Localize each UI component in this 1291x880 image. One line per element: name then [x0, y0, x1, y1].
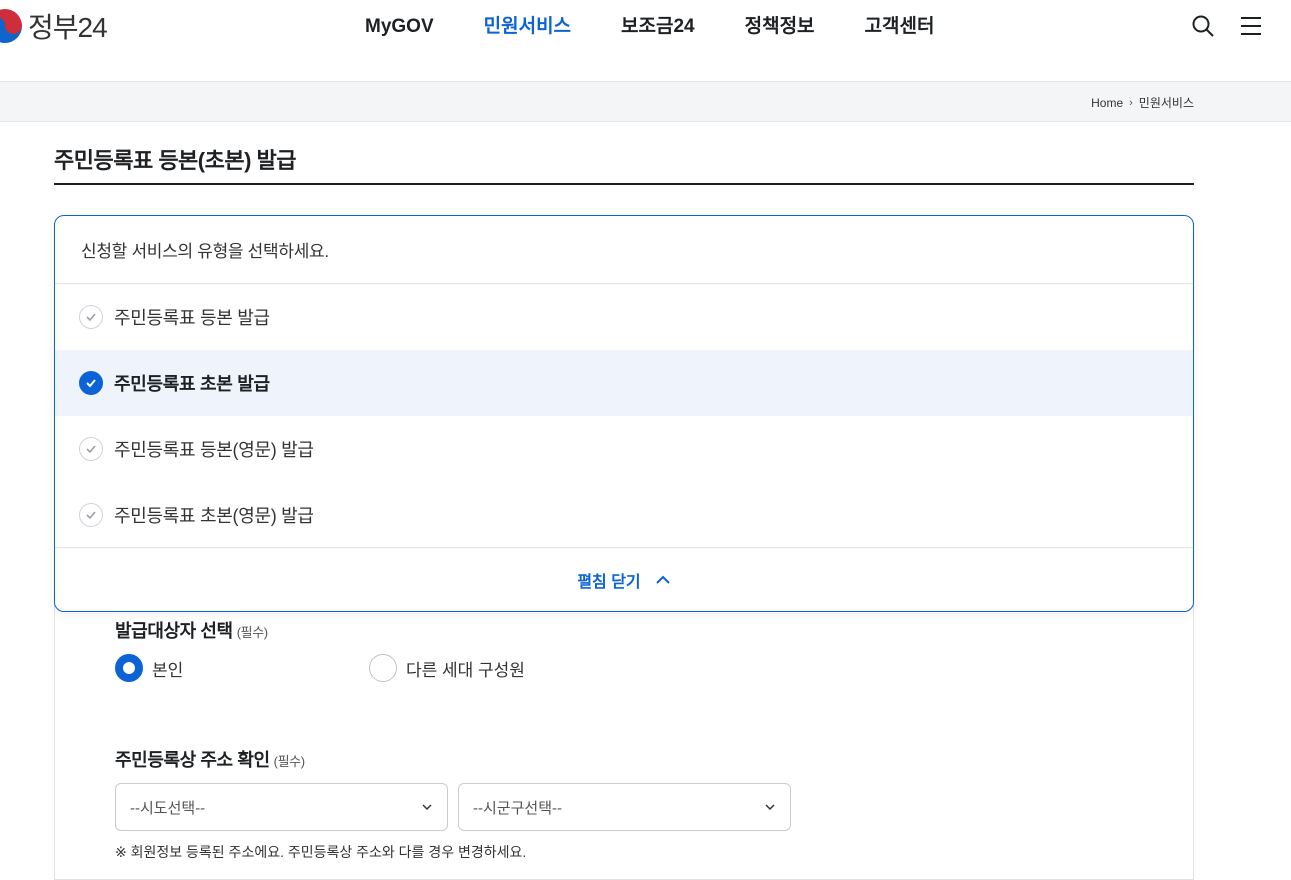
address-section-label: 주민등록상 주소 확인 (필수) — [115, 746, 305, 772]
chevron-down-icon — [422, 804, 432, 811]
breadcrumb-bar: Home › 민원서비스 — [0, 82, 1291, 122]
service-option-abstract-english[interactable]: 주민등록표 초본(영문) 발급 — [55, 482, 1193, 548]
chevron-up-icon — [655, 575, 670, 584]
sigungu-select-value: --시군구선택-- — [473, 799, 562, 817]
title-divider — [54, 183, 1194, 185]
collapse-button[interactable]: 펼침 닫기 — [55, 547, 1193, 611]
service-option-label: 주민등록표 초본(영문) 발급 — [114, 506, 314, 526]
menu-icon[interactable] — [1239, 14, 1263, 38]
sido-select-value: --시도선택-- — [130, 799, 206, 817]
radio-selected-icon[interactable] — [115, 654, 143, 682]
check-icon — [79, 305, 103, 329]
nav-item-mygov[interactable]: MyGOV — [340, 14, 459, 40]
global-header: 정부24 MyGOV 민원서비스 보조금24 정책정보 고객센터 — [0, 0, 1291, 82]
radio-unselected-icon[interactable] — [369, 654, 397, 682]
check-icon — [79, 503, 103, 527]
target-section-label: 발급대상자 선택 (필수) — [115, 617, 268, 643]
service-option-label: 주민등록표 초본 발급 — [114, 374, 270, 394]
sigungu-select[interactable]: --시군구선택-- — [458, 783, 791, 831]
brand-name: 정부24 — [28, 12, 108, 43]
target-label: 발급대상자 선택 — [115, 621, 233, 641]
service-option-abstract[interactable]: 주민등록표 초본 발급 — [55, 350, 1193, 416]
nav-item-policy-info[interactable]: 정책정보 — [720, 14, 840, 40]
search-icon[interactable] — [1191, 14, 1215, 38]
service-option-copy-english[interactable]: 주민등록표 등본(영문) 발급 — [55, 416, 1193, 482]
breadcrumb-home[interactable]: Home — [1091, 96, 1123, 110]
address-label: 주민등록상 주소 확인 — [115, 750, 270, 770]
required-mark: (필수) — [236, 625, 268, 640]
service-type-prompt: 신청할 서비스의 유형을 선택하세요. — [55, 216, 1193, 284]
radio-self[interactable]: 본인 — [115, 654, 183, 682]
breadcrumb-current[interactable]: 민원서비스 — [1139, 94, 1194, 111]
taegeuk-logo-icon — [0, 9, 22, 43]
chevron-right-icon: › — [1129, 96, 1133, 109]
check-selected-icon — [79, 371, 103, 395]
check-icon — [79, 437, 103, 461]
service-option-copy[interactable]: 주민등록표 등본 발급 — [55, 284, 1193, 350]
page-title: 주민등록표 등본(초본) 발급 — [54, 148, 297, 173]
main-navigation: MyGOV 민원서비스 보조금24 정책정보 고객센터 — [340, 14, 959, 40]
nav-item-civil-service[interactable]: 민원서비스 — [459, 14, 596, 40]
radio-self-label: 본인 — [152, 660, 184, 680]
nav-item-customer-center[interactable]: 고객센터 — [840, 14, 960, 40]
header-utilities — [1191, 14, 1263, 38]
breadcrumb: Home › 민원서비스 — [1091, 94, 1194, 111]
nav-item-subsidy24[interactable]: 보조금24 — [596, 14, 720, 40]
radio-other-label: 다른 세대 구성원 — [406, 660, 525, 680]
address-notice: ※ 회원정보 등록된 주소에요. 주민등록상 주소와 다를 경우 변경하세요. — [115, 844, 527, 860]
radio-other-household-member[interactable]: 다른 세대 구성원 — [369, 654, 525, 682]
required-mark: (필수) — [273, 754, 305, 769]
service-type-selector: 신청할 서비스의 유형을 선택하세요. 주민등록표 등본 발급 주민등록표 초본… — [54, 215, 1194, 612]
sido-select[interactable]: --시도선택-- — [115, 783, 448, 831]
chevron-down-icon — [765, 804, 775, 811]
collapse-label: 펼침 닫기 — [577, 573, 641, 591]
service-option-label: 주민등록표 등본 발급 — [114, 308, 270, 328]
service-option-label: 주민등록표 등본(영문) 발급 — [114, 440, 314, 460]
site-logo[interactable]: 정부24 — [0, 6, 108, 46]
